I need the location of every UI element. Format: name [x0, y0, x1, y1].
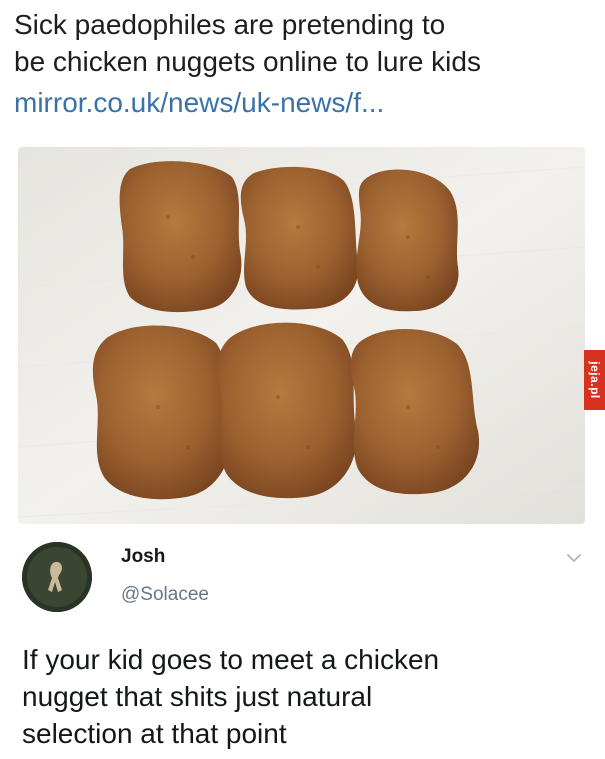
chevron-down-icon[interactable] — [566, 551, 582, 563]
tweet-text: If your kid goes to meet a chicken nugge… — [22, 641, 592, 752]
headline-line-2: be chicken nuggets online to lure kids — [14, 46, 481, 77]
tweet-line-1: If your kid goes to meet a chicken — [22, 644, 440, 675]
nuggets-illustration — [18, 147, 585, 524]
chicken-nuggets-photo[interactable] — [18, 147, 585, 524]
nugget-1 — [119, 161, 242, 313]
author-handle[interactable]: @Solacee — [121, 584, 209, 606]
nugget-5 — [217, 322, 357, 499]
tweet-line-2: nugget that shits just natural — [22, 681, 373, 712]
avatar-photo — [22, 542, 92, 612]
article-headline: Sick paedophiles are pretending to be ch… — [14, 6, 594, 80]
watermark-text: jeja.pl — [587, 361, 602, 399]
nugget-4 — [92, 325, 231, 500]
headline-line-1: Sick paedophiles are pretending to — [14, 9, 446, 40]
nugget-2 — [240, 166, 359, 310]
nugget-3 — [356, 169, 459, 312]
avatar[interactable] — [22, 542, 92, 612]
article-link[interactable]: mirror.co.uk/news/uk-news/f... — [14, 86, 384, 120]
jeja-watermark: jeja.pl — [584, 350, 605, 410]
tweet-line-3: selection at that point — [22, 718, 287, 749]
nugget-6 — [350, 328, 480, 495]
author-name[interactable]: Josh — [121, 546, 165, 568]
